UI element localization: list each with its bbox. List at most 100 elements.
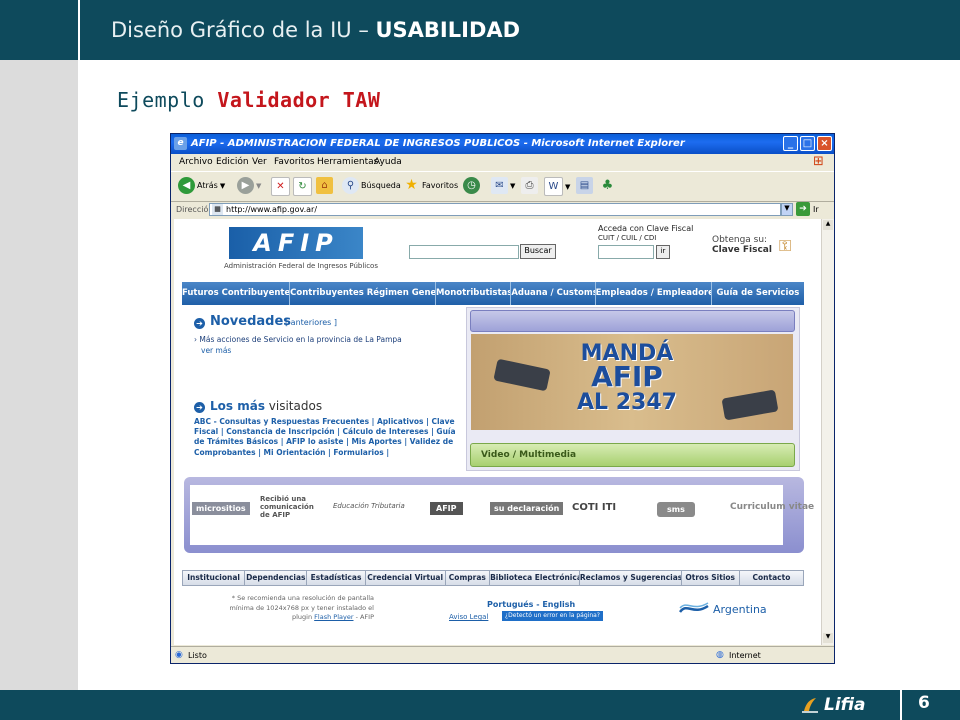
sms-promo-banner[interactable]: MANDÁ AFIP AL 2347 [471, 334, 793, 430]
aviso-legal-link[interactable]: Aviso Legal [449, 613, 488, 621]
promo-panel: MANDÁ AFIP AL 2347 Video / Multimedia [466, 307, 800, 471]
foot-institucional[interactable]: Institucional [183, 571, 246, 585]
ie-logo-icon: e [174, 137, 187, 150]
research-button[interactable]: ▤ [576, 177, 593, 194]
browser-window: e AFIP - ADMINISTRACION FEDERAL DE INGRE… [170, 133, 835, 664]
menu-bar: Archivo Edición Ver Favoritos Herramient… [171, 154, 834, 171]
vertical-scrollbar[interactable]: ▲ ▼ [821, 219, 834, 645]
stop-button[interactable]: ✕ [271, 177, 290, 196]
foot-biblioteca[interactable]: Biblioteca Electrónica [490, 571, 580, 585]
menu-ver[interactable]: Ver [252, 157, 267, 167]
forward-button[interactable]: ▶ ▼ [237, 177, 261, 194]
search-input[interactable] [409, 245, 519, 259]
foot-contacto[interactable]: Contacto [740, 571, 803, 585]
minimize-button[interactable]: _ [783, 136, 798, 151]
dropdown-arrow-icon: ▼ [565, 182, 571, 191]
maximize-button[interactable]: □ [800, 136, 815, 151]
subtitle-prefix: Ejemplo [117, 88, 218, 112]
foot-otros-sitios[interactable]: Otros Sitios [682, 571, 740, 585]
visitados-links[interactable]: ABC - Consultas y Respuestas Frecuentes … [194, 417, 462, 458]
nav-futuros-contribuyentes[interactable]: Futuros Contribuyentes [182, 282, 291, 305]
print-button[interactable]: ⎙ [521, 177, 538, 194]
clave-fiscal-subtitle: CUIT / CUIL / CDI [598, 234, 657, 242]
back-label: Atrás [197, 181, 218, 190]
slide-title-prefix: Diseño Gráfico de la IU – [111, 18, 376, 42]
favorites-button[interactable]: ★ Favoritos [403, 177, 458, 194]
foot-estadisticas[interactable]: Estadísticas [307, 571, 366, 585]
browser-titlebar[interactable]: e AFIP - ADMINISTRACION FEDERAL DE INGRE… [171, 134, 834, 154]
menu-favoritos[interactable]: Favoritos [274, 157, 315, 167]
su-declaracion-banner[interactable]: su declaración [490, 502, 564, 515]
back-button[interactable]: ◀ Atrás ▼ [178, 177, 225, 194]
refresh-icon: ↻ [293, 177, 312, 196]
cuit-input[interactable] [598, 245, 654, 259]
address-value: http://www.afip.gov.ar/ [226, 205, 318, 214]
instituto-afip-banner[interactable]: AFIP [430, 502, 463, 515]
comunicacion-afip-banner[interactable]: Recibió una comunicación de AFIP [260, 495, 315, 519]
ver-mas-link[interactable]: ver más [201, 346, 231, 355]
refresh-button[interactable]: ↻ [293, 177, 312, 196]
internet-zone-icon: ◍ [716, 650, 724, 660]
afip-logo[interactable]: AFIP [229, 227, 363, 259]
report-error-button[interactable]: ¿Detectó un error en la página? [502, 611, 603, 621]
nav-aduana-customs[interactable]: Aduana / Customs [511, 282, 596, 305]
clave-go-button[interactable]: ir [656, 245, 670, 259]
history-button[interactable]: ◷ [463, 177, 480, 194]
micrositios-banner[interactable]: micrositios [192, 502, 250, 515]
promo-line3: AL 2347 [577, 390, 677, 415]
search-button[interactable]: Buscar [520, 244, 556, 259]
foot-compras[interactable]: Compras [446, 571, 491, 585]
address-input[interactable]: ▦ http://www.afip.gov.ar/ [209, 203, 781, 216]
go-arrow-icon: ➔ [799, 204, 807, 214]
mail-button[interactable]: ✉ ▼ [491, 177, 515, 194]
edit-button[interactable]: W ▼ [544, 177, 570, 196]
menu-archivo[interactable]: Archivo [179, 157, 213, 167]
educacion-tributaria-banner[interactable]: Educación Tributaria [333, 502, 405, 510]
menu-edicion[interactable]: Edición [216, 157, 249, 167]
favorites-label: Favoritos [422, 181, 459, 190]
nav-empleados[interactable]: Empleados / Empleadores [596, 282, 712, 305]
lifia-logo: Lifia [800, 693, 866, 717]
status-bar: ◉ Listo ◍ Internet [171, 646, 834, 663]
nav-regimen-general[interactable]: Contribuyentes Régimen General [290, 282, 436, 305]
slide-title-bold: USABILIDAD [375, 18, 521, 42]
scroll-down-icon[interactable]: ▼ [823, 633, 833, 643]
forward-arrow-icon: ▶ [237, 177, 254, 194]
nav-guia-servicios[interactable]: Guía de Servicios [712, 282, 804, 305]
search-button-toolbar[interactable]: ⚲ Búsqueda [342, 177, 401, 194]
novedades-anteriores-link[interactable]: [ anteriores ] [285, 318, 337, 327]
page-number: 6 [918, 693, 930, 713]
go-button[interactable]: ➔ [796, 202, 810, 216]
obtenga-clave-link[interactable]: Obtenga su: Clave Fiscal [712, 235, 772, 255]
foot-credencial-virtual[interactable]: Credencial Virtual [366, 571, 446, 585]
page-icon: ▦ [212, 204, 223, 215]
dropdown-arrow-icon: ▼ [219, 181, 226, 190]
foot-reclamos[interactable]: Reclamos y Sugerencias [580, 571, 682, 585]
foot-dependencias[interactable]: Dependencias [245, 571, 308, 585]
search-icon: ⚲ [342, 177, 359, 194]
novedades-item-text: Más acciones de Servicio en la provincia… [199, 335, 402, 344]
messenger-button[interactable]: ♣ [599, 177, 616, 194]
argentina-logo[interactable]: Argentina [679, 602, 767, 616]
address-dropdown-button[interactable]: ▼ [781, 203, 793, 216]
nav-monotributistas[interactable]: Monotributistas [436, 282, 512, 305]
language-links[interactable]: Portugués - English [487, 600, 575, 609]
address-label: Dirección [176, 205, 214, 214]
novedades-item[interactable]: › Más acciones de Servicio en la provinc… [194, 335, 402, 344]
menu-ayuda[interactable]: Ayuda [374, 157, 402, 167]
video-multimedia-button[interactable]: Video / Multimedia [470, 443, 795, 467]
footnote-suffix: - AFIP [353, 613, 374, 621]
coti-iti-banner[interactable]: COTI ITI [572, 502, 616, 513]
scroll-up-icon[interactable]: ▲ [823, 220, 833, 230]
menu-herramientas[interactable]: Herramientas [317, 157, 378, 167]
flash-player-link[interactable]: Flash Player [314, 613, 353, 621]
curriculum-vitae-banner[interactable]: Curriculum vitae [730, 502, 814, 512]
back-arrow-icon: ◀ [178, 177, 195, 194]
close-button[interactable]: × [817, 136, 832, 151]
home-button[interactable]: ⌂ [316, 177, 333, 194]
star-icon: ★ [405, 177, 418, 193]
sms-banner[interactable]: sms [657, 502, 695, 517]
status-text: Listo [188, 651, 207, 660]
lifia-mark-icon [802, 698, 818, 713]
go-label[interactable]: Ir [813, 205, 819, 214]
